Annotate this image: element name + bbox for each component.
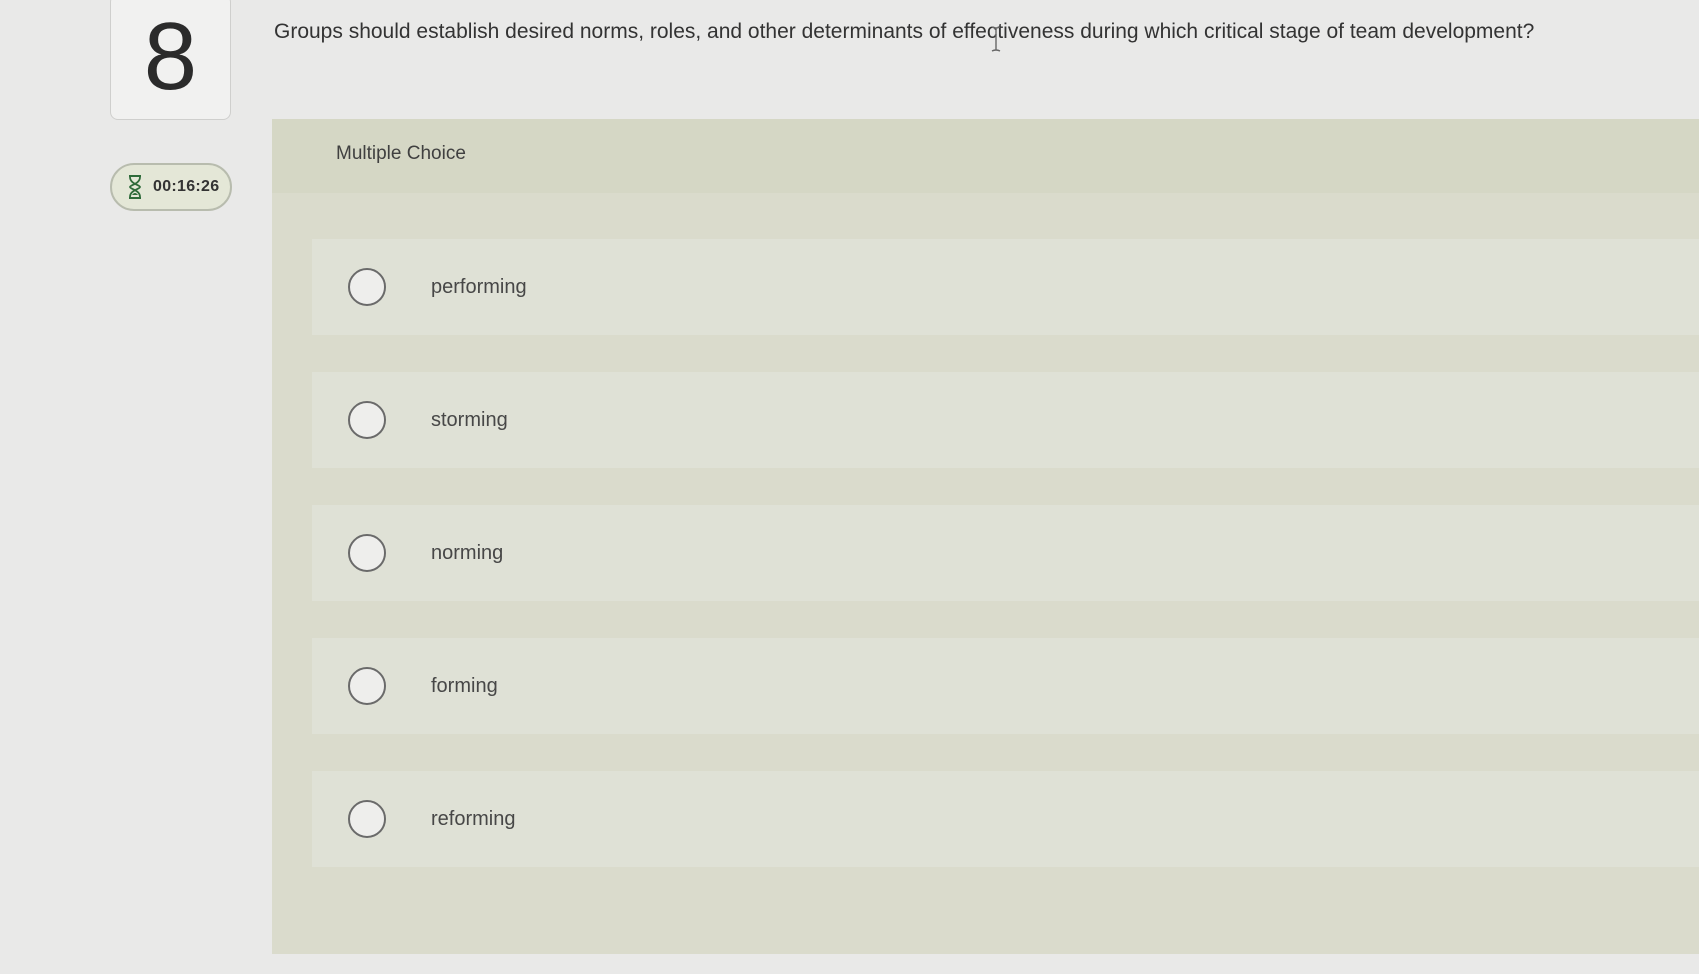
option-norming[interactable]: norming (312, 505, 1699, 601)
multiple-choice-panel: Multiple Choice performing storming norm… (272, 119, 1699, 954)
multiple-choice-label: Multiple Choice (336, 143, 466, 164)
text-cursor-icon (991, 26, 1001, 52)
option-label: reforming (431, 807, 516, 830)
answer-options: performing storming norming forming refo… (312, 239, 1699, 904)
question-number-box: 8 (110, 0, 231, 120)
question-text: Groups should establish desired norms, r… (274, 20, 1535, 43)
radio-button[interactable] (348, 268, 386, 306)
timer-badge: 00:16:26 (110, 163, 232, 211)
radio-button[interactable] (348, 401, 386, 439)
option-label: storming (431, 408, 508, 431)
option-label: performing (431, 275, 527, 298)
option-label: norming (431, 541, 504, 564)
option-storming[interactable]: storming (312, 372, 1699, 468)
option-forming[interactable]: forming (312, 638, 1699, 734)
panel-header: Multiple Choice (272, 119, 1699, 193)
timer-text: 00:16:26 (153, 178, 220, 195)
option-label: forming (431, 674, 498, 697)
radio-button[interactable] (348, 800, 386, 838)
question-number: 8 (143, 3, 198, 110)
radio-button[interactable] (348, 534, 386, 572)
option-performing[interactable]: performing (312, 239, 1699, 335)
option-reforming[interactable]: reforming (312, 771, 1699, 867)
radio-button[interactable] (348, 667, 386, 705)
hourglass-icon (127, 175, 143, 199)
